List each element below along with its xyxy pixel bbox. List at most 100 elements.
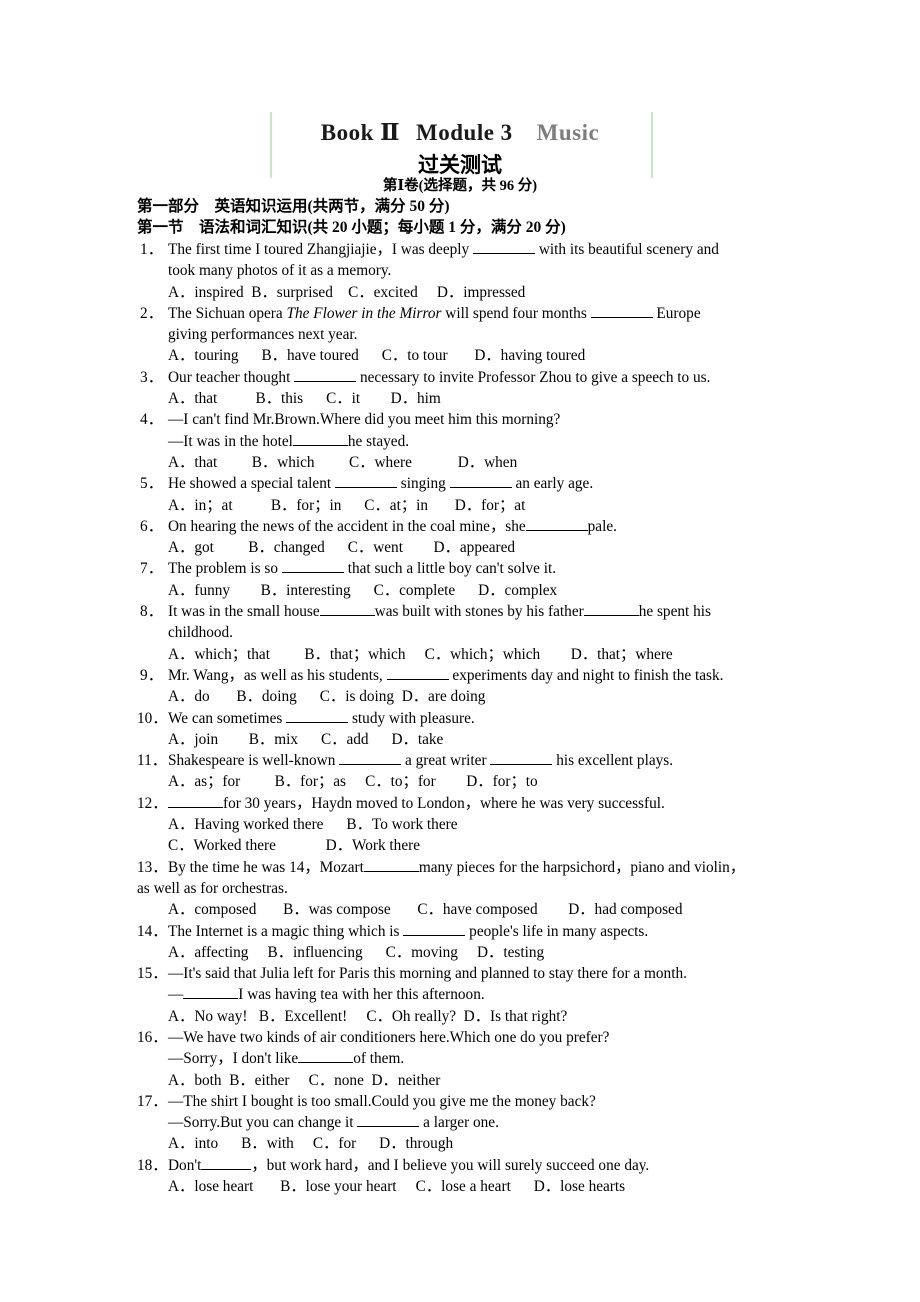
title-chinese: 过关测试 [418,153,502,177]
question-item: 18．Don't ，but work hard，and I believe you… [137,1155,837,1198]
question-continuation: giving performances next year. [168,326,358,344]
answer-blank [294,367,357,382]
question-stem-title: The Flower in the Mirror [286,304,442,322]
title-module: Module 3 [416,120,513,145]
question-options: A．do B．doing C．is doing D．are doing [168,688,486,706]
answer-blank [473,239,535,254]
question-continuation: —It was in the hotel [168,432,293,450]
question-item: 12． for 30 years，Haydn moved to London，wh… [137,793,837,857]
paper-subtitle: 第Ⅰ卷(选择题，共 96 分) [382,178,538,194]
question-item: 9． Mr. Wang，as well as his students, expe… [137,665,837,708]
question-item: 5． He showed a special talent singing an … [137,473,837,516]
section-part-one: 第一部分 英语知识运用(共两节，满分 50 分) [137,198,450,215]
question-continuation: took many photos of it as a memory. [168,262,392,280]
question-number: 5． [140,475,163,493]
answer-blank [292,431,348,446]
question-number: 9． [140,666,163,684]
question-stem: It was in the small house [168,603,320,621]
answer-blank [525,516,588,531]
question-options: A．lose heart B．lose your heart C．lose a … [168,1178,626,1196]
answer-blank [319,601,375,617]
question-item: 10．We can sometimes study with pleasure.… [137,708,837,751]
question-stem: Shakespeare is well-known [168,752,340,770]
answer-blank [490,750,553,766]
question-number: 7． [140,560,163,578]
question-number: 10． [137,709,168,727]
question-stem: —It's said that Julia left for Paris thi… [168,965,687,983]
section-section-one: 第一节 语法和词汇知识(共 20 小题；每小题 1 分，满分 20 分) [137,219,566,236]
document-body: 第一部分 英语知识运用(共两节，满分 50 分) 第一节 语法和词汇知识(共 2… [137,196,837,1197]
question-stem: —I can't find Mr.Brown.Where did you mee… [168,411,561,429]
question-number: 6． [140,517,163,535]
answer-blank [334,473,397,489]
answer-blank [201,1155,252,1170]
answer-blank [403,921,466,936]
answer-blank [286,708,349,723]
question-options: A．as；for B．for；as C．to；for D．for；to [168,773,538,791]
question-continuation-tail: he stayed. [347,432,410,450]
question-item: 15．—It's said that Julia left for Paris … [137,963,837,1027]
question-item: 3． Our teacher thought necessary to invit… [137,367,837,410]
question-options: A．inspired B．surprised C．excited D．impre… [168,283,526,301]
question-number: 18． [137,1156,168,1174]
title-subject: Music [536,120,600,145]
question-stem: The first time I toured Zhangjiajie，I wa… [168,241,473,258]
question-number: 4． [140,411,163,429]
question-continuation: childhood. [168,624,234,642]
question-item: 13．By the time he was 14，Mozart many piec… [137,857,837,921]
question-stem-tail: Europe [652,304,701,322]
question-stem: He showed a special talent [168,475,335,493]
question-number: 13． [137,858,168,876]
question-options: A．funny B．interesting C．complete D．compl… [168,581,558,599]
question-stem: On hearing the news of the accident in t… [168,517,526,535]
question-stem-mid: singing [396,475,450,493]
question-stem-tail: necessary to invite Professor Zhou to gi… [356,368,711,386]
question-stem-tail: ，but work hard，and I believe you will su… [251,1156,650,1174]
question-continuation: — [168,986,184,1004]
question-stem: —We have two kinds of air conditioners h… [168,1028,610,1046]
question-item: 1． The first time I toured Zhangjiajie，I … [137,239,837,303]
document-header: Book Ⅱ Module 3 Music 过关测试 第Ⅰ卷(选择题，共 96 分) [0,110,920,195]
question-stem-tail: for 30 years，Haydn moved to London，where… [223,794,665,812]
question-number: 15． [137,965,168,983]
question-stem: Mr. Wang，as well as his students, [168,666,387,684]
question-options: A．into B．with C．for D．through [168,1135,454,1153]
document-page: Book Ⅱ Module 3 Music 过关测试 第Ⅰ卷(选择题，共 96 分)… [0,0,920,1302]
question-item: 11．Shakespeare is well-known a great wri… [137,750,837,793]
question-number: 1． [140,241,163,258]
question-stem-tail: he spent his [638,603,711,621]
decorative-rule-right [651,112,653,178]
answer-blank [449,473,512,489]
question-stem-mid: was built with stones by his father [374,603,584,621]
question-item: 4． —I can't find Mr.Brown.Where did you m… [137,409,837,473]
question-number: 8． [140,603,163,621]
question-number: 12． [137,794,168,812]
answer-blank [298,1048,354,1064]
question-options: A．Having worked there B．To work there [168,816,458,834]
question-options: A．touring B．have toured C．to tour D．havi… [168,347,586,365]
question-options: A．composed B．was compose C．have composed… [168,901,683,919]
decorative-rule-left [270,112,272,178]
question-number: 14． [137,922,168,940]
answer-blank [168,793,223,808]
answer-blank [281,558,344,574]
question-item: 16．—We have two kinds of air conditioner… [137,1027,837,1091]
question-options: A．got B．changed C．went D．appeared [168,539,516,557]
question-stem: Don't [168,1156,202,1174]
question-stem-tail: an early age. [511,475,594,493]
question-stem-tail: his excellent plays. [552,752,674,770]
question-options-second-line: C．Worked there D．Work there [168,837,420,855]
question-stem-tail: people's life in many aspects. [465,922,649,940]
page-title: Book Ⅱ Module 3 Music [0,110,920,148]
question-item: 2． The Sichuan opera The Flower in the Mi… [137,303,837,367]
answer-blank [363,857,419,872]
question-stem-tail: pale. [587,517,617,535]
question-item: 6． On hearing the news of the accident in… [137,516,837,559]
answer-blank [357,1112,420,1128]
question-options: A．join B．mix C．add D．take [168,730,444,748]
question-options: A．which；that B．that；which C．which；which … [168,645,673,663]
question-item: 8． It was in the small house was built wit… [137,601,837,665]
question-continuation-tail: a larger one. [419,1114,499,1132]
question-continuation: as well as for orchestras. [137,879,288,897]
question-stem: The Internet is a magic thing which is [168,922,404,940]
